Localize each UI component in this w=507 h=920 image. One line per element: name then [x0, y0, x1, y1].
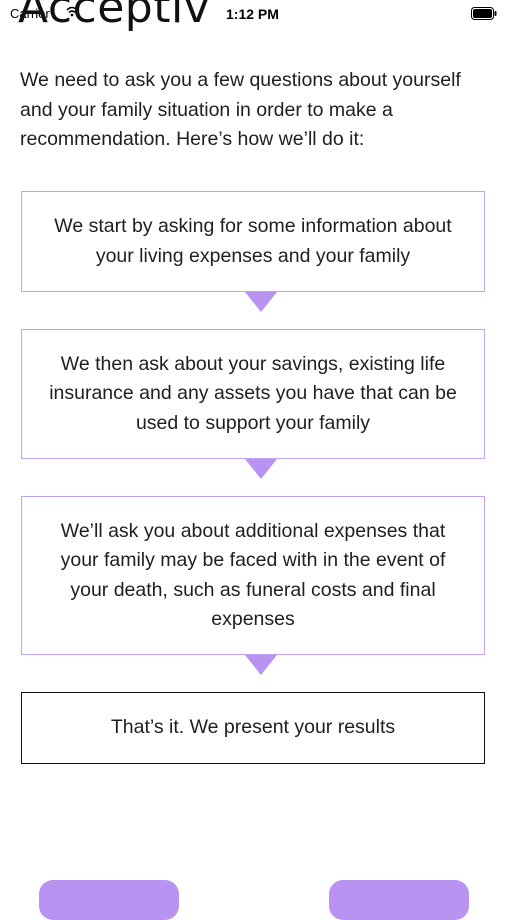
battery-icon	[471, 7, 497, 20]
step-arrow-3	[245, 655, 277, 675]
back-button[interactable]	[39, 880, 179, 920]
status-time: 1:12 PM	[226, 6, 279, 22]
intro-text: We need to ask you a few questions about…	[20, 69, 461, 150]
step-3-additional-expenses: We’ll ask you about additional expenses …	[21, 496, 485, 655]
next-button[interactable]	[329, 880, 469, 920]
step-arrow-1	[245, 292, 277, 312]
step-arrow-2	[245, 459, 277, 479]
app-logo: Acceptiv	[18, 0, 211, 33]
step-1-living-expenses: We start by asking for some information …	[21, 191, 485, 292]
step-4-results: That’s it. We present your results	[21, 692, 485, 764]
step-2-savings: We then ask about your savings, existing…	[21, 329, 485, 459]
